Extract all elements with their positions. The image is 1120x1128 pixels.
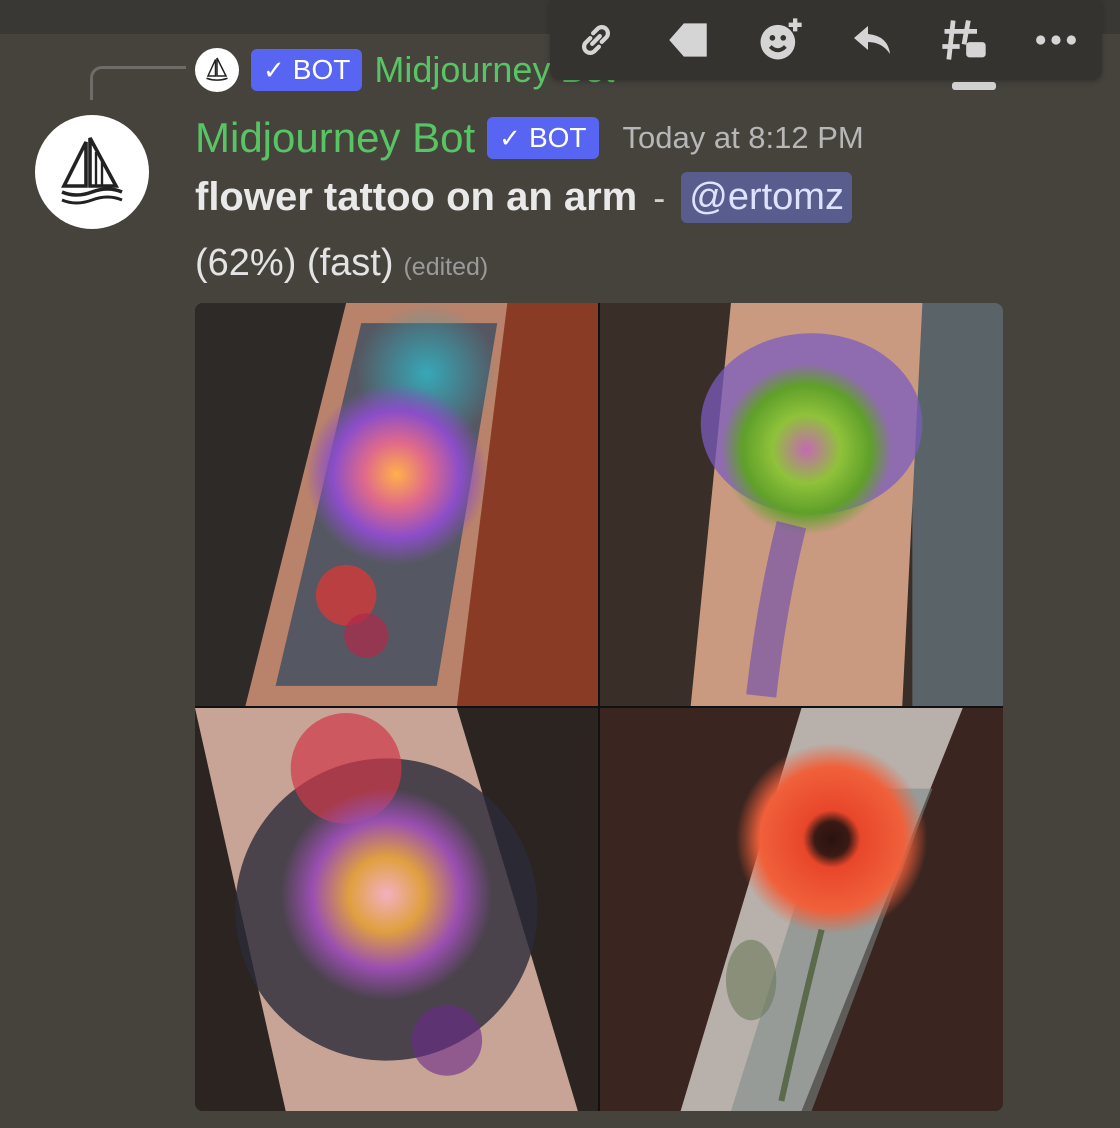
toolbar-edge-indicator <box>952 82 996 90</box>
reply-icon[interactable] <box>840 8 904 72</box>
reply-avatar <box>195 48 239 92</box>
reply-connector-line <box>90 66 186 100</box>
more-icon[interactable] <box>1024 8 1088 72</box>
prompt-text: flower tattoo on an arm <box>195 175 638 219</box>
thread-icon[interactable] <box>932 8 996 72</box>
image-tile-1[interactable] <box>195 303 598 706</box>
image-tile-3[interactable] <box>195 708 598 1111</box>
link-icon[interactable] <box>564 8 628 72</box>
image-tile-4[interactable] <box>600 708 1003 1111</box>
sailboat-icon <box>61 137 123 205</box>
progress-text: (62%) (fast) <box>195 242 394 284</box>
checkmark-icon: ✓ <box>499 122 521 153</box>
message-header: Midjourney Bot ✓ BOT Today at 8:12 PM <box>195 114 864 162</box>
tag-icon[interactable] <box>656 8 720 72</box>
avatar[interactable] <box>35 115 149 229</box>
checkmark-icon: ✓ <box>263 54 285 85</box>
image-tile-2[interactable] <box>600 303 1003 706</box>
reply-bot-badge: ✓ BOT <box>251 49 363 91</box>
user-mention[interactable]: @ertomz <box>681 172 852 223</box>
add-reaction-icon[interactable] <box>748 8 812 72</box>
bot-badge-label: BOT <box>528 122 587 153</box>
sailboat-icon <box>206 57 228 81</box>
message-content: flower tattoo on an arm - @ertomz <box>195 172 852 223</box>
generation-status: (62%) (fast) (edited) <box>195 242 488 285</box>
timestamp: Today at 8:12 PM <box>622 120 864 155</box>
image-grid[interactable] <box>195 303 1003 1111</box>
bot-badge: ✓ BOT <box>487 117 599 159</box>
author-name[interactable]: Midjourney Bot <box>195 114 475 162</box>
reply-bot-badge-label: BOT <box>292 54 351 85</box>
message-toolbar <box>550 0 1102 80</box>
separator-dash: - <box>653 176 666 218</box>
edited-label: (edited) <box>403 253 489 281</box>
